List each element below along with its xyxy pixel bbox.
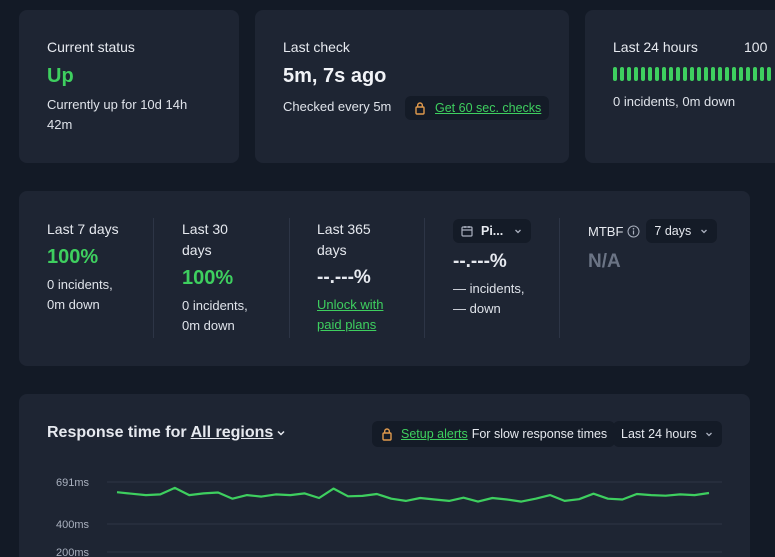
uptime-bar	[627, 67, 631, 81]
check-interval: Checked every 5m	[283, 99, 392, 114]
chevron-down-icon	[706, 432, 712, 437]
all-regions-link[interactable]: All regions	[191, 424, 274, 442]
divider	[424, 218, 425, 338]
response-range-select[interactable]: Last 24 hours	[613, 421, 722, 447]
response-time-chart: 691ms 400ms 200ms	[56, 477, 722, 557]
lock-icon	[415, 102, 425, 115]
uptime-duration-line2: 42m	[47, 117, 73, 132]
calendar-icon	[461, 226, 473, 237]
upgrade-checks-pill[interactable]: Get 60 sec. checks	[405, 96, 550, 120]
uptime-bar	[662, 67, 666, 81]
unlock-paid-plans-link-line1[interactable]: Unlock with	[317, 295, 383, 315]
last-30-days-section: Last 30 days 100% 0 incidents, 0m down	[182, 219, 248, 336]
status-value: Up	[47, 65, 74, 87]
uptime-bar	[669, 67, 673, 81]
setup-alerts-pill[interactable]: Setup alerts For slow response times	[372, 421, 616, 447]
response-range-select-label: Last 24 hours	[621, 427, 697, 441]
uptime-bar	[732, 67, 736, 81]
uptime-bar	[718, 67, 722, 81]
last-24-hours-card: Last 24 hours 100 0 incidents, 0m down	[585, 10, 775, 163]
uptime-bar	[648, 67, 652, 81]
get-60-sec-checks-link[interactable]: Get 60 sec. checks	[435, 101, 541, 115]
last-7-days-value: 100%	[47, 246, 99, 268]
mtbf-section: MTBF 7 days N/A	[588, 219, 738, 273]
response-time-series-line	[116, 486, 710, 503]
mtbf-value: N/A	[588, 251, 621, 272]
current-status-label: Current status	[47, 39, 135, 55]
uptime-bar	[655, 67, 659, 81]
current-status-card: Current status Up Currently up for 10d 1…	[19, 10, 239, 163]
divider	[559, 218, 560, 338]
uptime-bar	[704, 67, 708, 81]
uptime-bar	[767, 67, 771, 81]
uptime-bar	[739, 67, 743, 81]
uptime-summary-card: Last 7 days 100% 0 incidents, 0m down La…	[19, 191, 750, 366]
uptime-bar	[613, 67, 617, 81]
uptime-bars	[613, 67, 775, 86]
last-24-hours-summary: 0 incidents, 0m down	[613, 94, 736, 109]
chevron-down-icon	[515, 229, 521, 234]
slow-response-text: For slow response times	[471, 427, 608, 441]
last-24-hours-label: Last 24 hours	[613, 39, 698, 55]
last-7-days-section: Last 7 days 100% 0 incidents, 0m down	[47, 219, 119, 315]
uptime-bar	[711, 67, 715, 81]
last-7-days-label: Last 7 days	[47, 221, 119, 237]
lock-icon	[382, 428, 392, 441]
last-30-days-down: 0m down	[182, 318, 235, 333]
last-7-days-down: 0m down	[47, 297, 100, 312]
custom-range-section: Pi... --.---% — incidents, — down	[453, 219, 563, 319]
last-365-days-section: Last 365 days --.---% Unlock with paid p…	[317, 219, 383, 335]
last-30-days-label-line1: Last 30	[182, 221, 228, 237]
uptime-bar	[697, 67, 701, 81]
divider	[289, 218, 290, 338]
mtbf-range-select[interactable]: 7 days	[646, 219, 718, 243]
uptime-bar	[634, 67, 638, 81]
custom-range-down: — down	[453, 301, 501, 316]
response-time-title: Response time for All regions	[47, 424, 286, 442]
mtbf-range-select-label: 7 days	[654, 224, 692, 238]
chevron-down-icon[interactable]	[276, 428, 286, 438]
y-tick-label: 400ms	[56, 519, 90, 531]
uptime-bar	[690, 67, 694, 81]
uptime-bar	[753, 67, 757, 81]
custom-range-value: --.---%	[453, 251, 507, 272]
date-range-picker-label: Pi...	[481, 224, 504, 238]
last-check-value: 5m, 7s ago	[283, 65, 387, 87]
info-icon[interactable]	[627, 225, 640, 238]
last-24-hours-percent: 100	[744, 39, 768, 55]
last-365-days-label-line2: days	[317, 242, 347, 258]
uptime-duration-line1: Currently up for 10d 14h	[47, 97, 188, 112]
last-365-days-value: --.---%	[317, 267, 371, 288]
uptime-bar	[725, 67, 729, 81]
y-tick-label: 200ms	[56, 547, 90, 557]
last-30-days-label-line2: days	[182, 242, 212, 258]
last-365-days-label-line1: Last 365	[317, 221, 371, 237]
uptime-bar	[620, 67, 624, 81]
mtbf-label: MTBF	[588, 223, 624, 239]
setup-alerts-link[interactable]: Setup alerts	[401, 427, 468, 441]
custom-range-incidents: — incidents,	[453, 281, 525, 296]
last-check-label: Last check	[283, 39, 350, 55]
divider	[153, 218, 154, 338]
last-check-card: Last check 5m, 7s ago Checked every 5m G…	[255, 10, 569, 163]
mtbf-header: MTBF 7 days	[588, 219, 738, 243]
chart-grid	[107, 481, 722, 553]
last-7-days-incidents: 0 incidents,	[47, 277, 113, 292]
date-range-picker[interactable]: Pi...	[453, 219, 531, 243]
chevron-down-icon	[701, 229, 708, 234]
last-30-days-value: 100%	[182, 267, 234, 289]
last-30-days-incidents: 0 incidents,	[182, 298, 248, 313]
response-time-card: Response time for All regions Setup aler…	[19, 394, 750, 557]
y-axis-ticks: 691ms 400ms 200ms	[56, 477, 90, 557]
uptime-bar	[676, 67, 680, 81]
y-tick-label: 691ms	[56, 477, 90, 489]
uptime-bar	[683, 67, 687, 81]
uptime-bar	[760, 67, 764, 81]
response-time-title-prefix: Response time for	[47, 424, 187, 441]
uptime-bar	[641, 67, 645, 81]
unlock-paid-plans-link-line2[interactable]: paid plans	[317, 315, 383, 335]
uptime-bar	[746, 67, 750, 81]
